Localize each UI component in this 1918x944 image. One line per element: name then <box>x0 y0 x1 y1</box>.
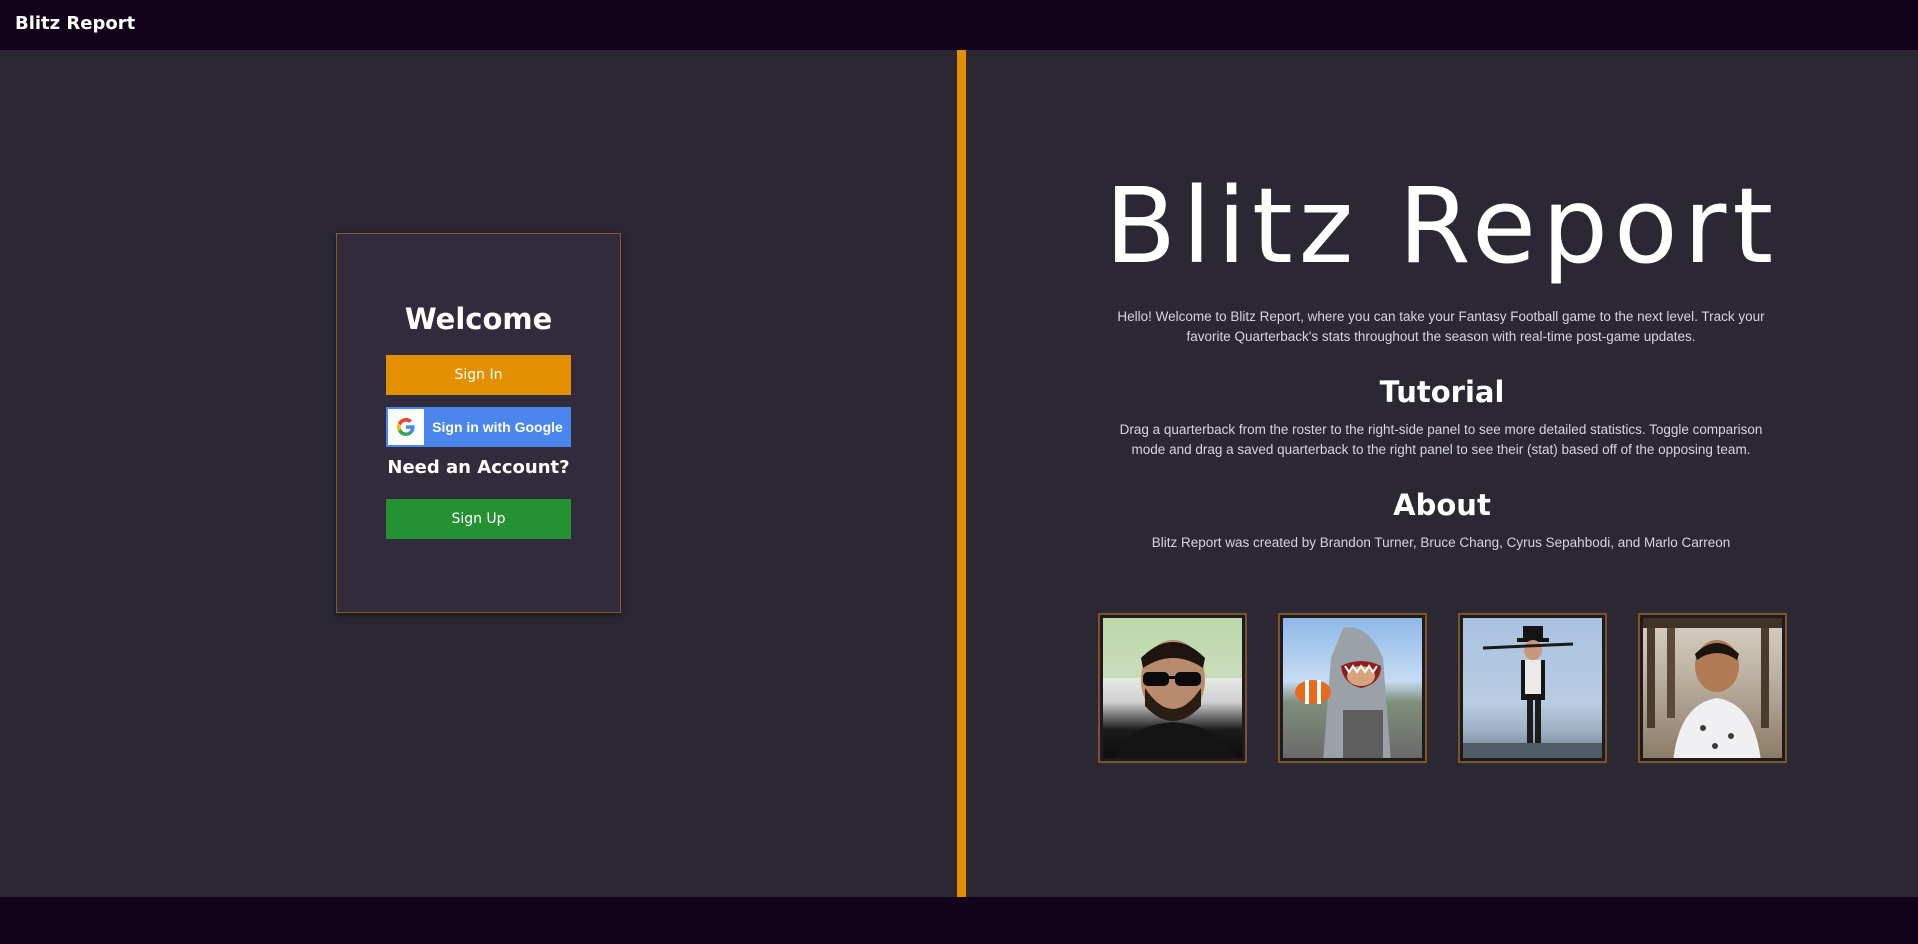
welcome-heading: Welcome <box>404 302 553 336</box>
right-pane: Blitz Report Hello! Welcome to Blitz Rep… <box>966 50 1918 897</box>
need-account-text: Need an Account? <box>387 457 570 478</box>
hero-title: Blitz Report <box>1104 165 1780 287</box>
google-sign-in-button[interactable]: Sign in with Google <box>386 407 571 447</box>
brand-title[interactable]: Blitz Report <box>15 13 135 34</box>
sign-up-button[interactable]: Sign Up <box>386 499 571 539</box>
tutorial-heading: Tutorial <box>1379 375 1505 409</box>
pane-divider <box>957 50 966 897</box>
google-sign-in-label: Sign in with Google <box>432 419 563 435</box>
about-heading: About <box>1393 488 1491 522</box>
login-card: Welcome Sign In Sign in with Google Need… <box>336 233 621 613</box>
team-member-photo <box>1458 613 1607 763</box>
intro-text: Hello! Welcome to Blitz Report, where yo… <box>1117 309 1765 344</box>
about-text: Blitz Report was created by Brandon Turn… <box>1151 535 1731 550</box>
google-icon <box>388 409 424 445</box>
sign-in-button[interactable]: Sign In <box>386 355 571 395</box>
team-member-photo <box>1278 613 1427 763</box>
team-member-photo <box>1098 613 1247 763</box>
tutorial-text: Drag a quarterback from the roster to th… <box>1119 422 1763 457</box>
team-member-photo <box>1638 613 1787 763</box>
top-navbar: Blitz Report <box>0 0 1918 50</box>
footer-bar <box>0 897 1918 944</box>
